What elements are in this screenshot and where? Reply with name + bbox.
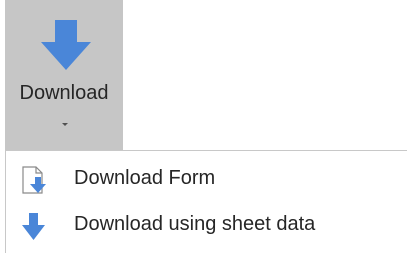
document-download-icon <box>22 166 46 194</box>
download-menu: Download Form Download using sheet data <box>5 150 407 253</box>
menu-item-label: Download using sheet data <box>74 213 316 235</box>
menu-item-download-form[interactable]: Download Form <box>6 157 406 201</box>
arrow-down-icon <box>41 20 91 70</box>
menu-item-download-sheet-data[interactable]: Download using sheet data <box>6 203 406 247</box>
download-button-label: Download <box>19 82 109 104</box>
arrow-down-icon <box>22 213 45 240</box>
menu-item-label: Download Form <box>74 167 216 189</box>
dropdown-caret-icon[interactable] <box>62 123 68 126</box>
download-split-button[interactable]: Download <box>5 0 123 150</box>
